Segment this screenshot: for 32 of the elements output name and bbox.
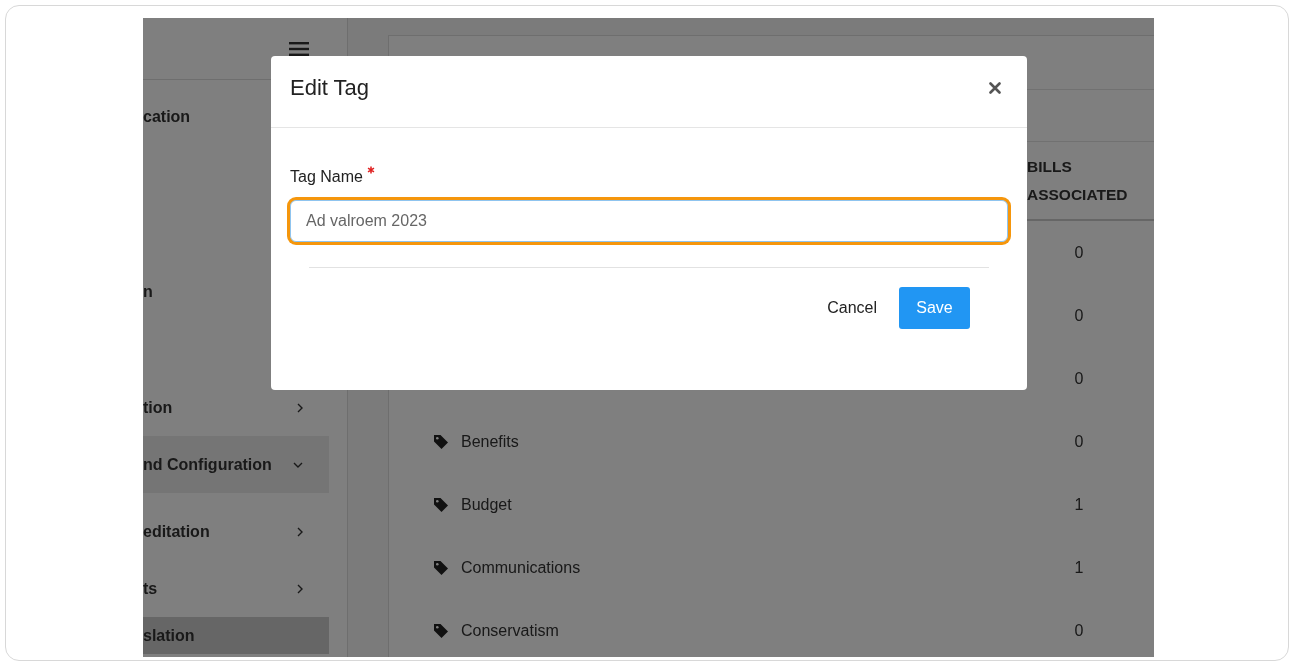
table-cell: 1 <box>1074 495 1084 513</box>
chevron-right-icon <box>297 402 303 413</box>
column-header: BILLS ASSOCIATED <box>1027 156 1129 205</box>
table-cell: 0 <box>1074 621 1084 639</box>
table-cell: 0 <box>1074 306 1084 324</box>
sidebar-item[interactable]: nd Configuration <box>143 436 329 493</box>
close-icon[interactable] <box>989 81 1001 94</box>
table-cell: 1 <box>1074 558 1084 576</box>
tag-icon <box>433 496 449 513</box>
chevron-right-icon <box>297 583 303 594</box>
field-label: Tag Name <box>290 168 363 186</box>
save-button[interactable]: Save <box>899 287 970 329</box>
tag-name: Communications <box>461 558 581 577</box>
table-cell: 0 <box>1074 432 1084 450</box>
tag-name: Budget <box>461 495 512 514</box>
sidebar-item[interactable]: tion <box>143 379 329 436</box>
tag-name-input[interactable]: Ad valroem 2023 <box>290 200 1008 242</box>
tag-icon <box>433 622 449 639</box>
sidebar-item[interactable]: slation <box>143 617 329 654</box>
cancel-button[interactable]: Cancel <box>827 287 877 329</box>
table-cell: 0 <box>1074 243 1084 261</box>
tag-icon <box>433 433 449 450</box>
sidebar-item[interactable]: editation <box>143 503 329 560</box>
table-cell: 0 <box>1074 369 1084 387</box>
sidebar-item[interactable]: ts <box>143 560 329 617</box>
chevron-down-icon <box>293 461 303 468</box>
dialog-title: Edit Tag <box>290 74 370 101</box>
tag-name: Conservatism <box>461 621 559 640</box>
tag-name: Benefits <box>461 432 519 451</box>
menu-icon[interactable] <box>289 41 309 56</box>
tag-icon <box>433 559 449 576</box>
chevron-right-icon <box>297 526 303 537</box>
